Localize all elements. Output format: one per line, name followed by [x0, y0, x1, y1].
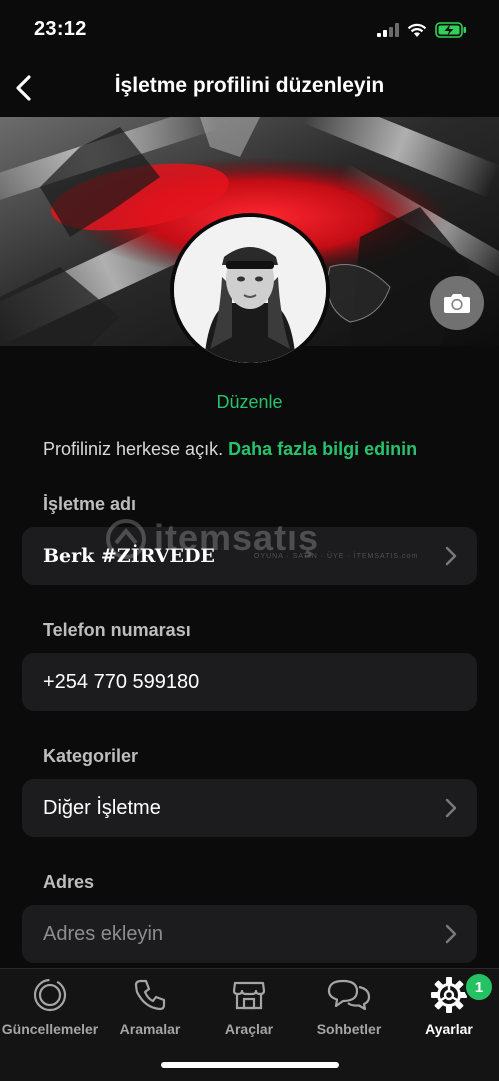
phone-label: Telefon numarası [43, 620, 191, 640]
categories-value: Diğer İşletme [43, 796, 161, 819]
tab-label: Araçlar [224, 1021, 274, 1037]
tab-chats[interactable]: Sohbetler [299, 977, 399, 1037]
business-name-value: Berk #ZİRVEDE [43, 545, 215, 567]
business-name-field[interactable]: Berk #ZİRVEDE [22, 527, 477, 585]
store-icon [232, 981, 266, 1010]
camera-icon [444, 294, 470, 313]
settings-badge: 1 [464, 972, 494, 1002]
nav-bar: İşletme profilini düzenleyin [0, 60, 499, 116]
home-indicator[interactable] [161, 1062, 339, 1068]
address-field[interactable]: Adres ekleyin [22, 905, 477, 963]
wifi-icon [407, 23, 427, 37]
edit-avatar-link[interactable]: Düzenle [0, 392, 499, 413]
public-profile-note: Profiliniz herkese açık. Daha fazla bilg… [43, 439, 417, 460]
address-placeholder: Adres ekleyin [43, 922, 164, 945]
chevron-right-icon [445, 546, 457, 566]
status-time: 23:12 [34, 18, 87, 40]
tab-label: Ayarlar [425, 1021, 473, 1037]
categories-field[interactable]: Diğer İşletme [22, 779, 477, 837]
chevron-right-icon [445, 798, 457, 818]
chats-icon [327, 979, 371, 1011]
categories-label: Kategoriler [43, 746, 139, 766]
tab-tools[interactable]: Araçlar [199, 977, 299, 1037]
page-title: İşletme profilini düzenleyin [114, 74, 385, 97]
public-note-text: Profiliniz herkese açık. [43, 439, 224, 459]
tab-label: Güncellemeler [1, 1021, 99, 1037]
tab-calls[interactable]: Aramalar [100, 977, 200, 1037]
tab-label: Aramalar [119, 1021, 181, 1037]
avatar[interactable] [170, 213, 330, 367]
updates-icon [33, 978, 67, 1012]
business-name-label: İşletme adı [43, 494, 137, 514]
phone-value: +254 770 599180 [43, 670, 200, 693]
settings-icon [431, 977, 467, 1013]
status-bar: 23:12 [0, 0, 499, 60]
avatar-image [174, 217, 326, 363]
change-cover-button[interactable] [430, 276, 484, 330]
battery-charging-icon [435, 22, 466, 38]
chevron-right-icon [445, 924, 457, 944]
learn-more-link[interactable]: Daha fazla bilgi edinin [228, 439, 417, 459]
tab-updates[interactable]: Güncellemeler [0, 977, 100, 1037]
address-label: Adres [43, 872, 95, 892]
signal-icon [377, 23, 399, 37]
phone-icon [134, 979, 166, 1011]
phone-field[interactable]: +254 770 599180 [22, 653, 477, 711]
tab-label: Sohbetler [316, 1021, 382, 1037]
status-icons [377, 20, 467, 40]
